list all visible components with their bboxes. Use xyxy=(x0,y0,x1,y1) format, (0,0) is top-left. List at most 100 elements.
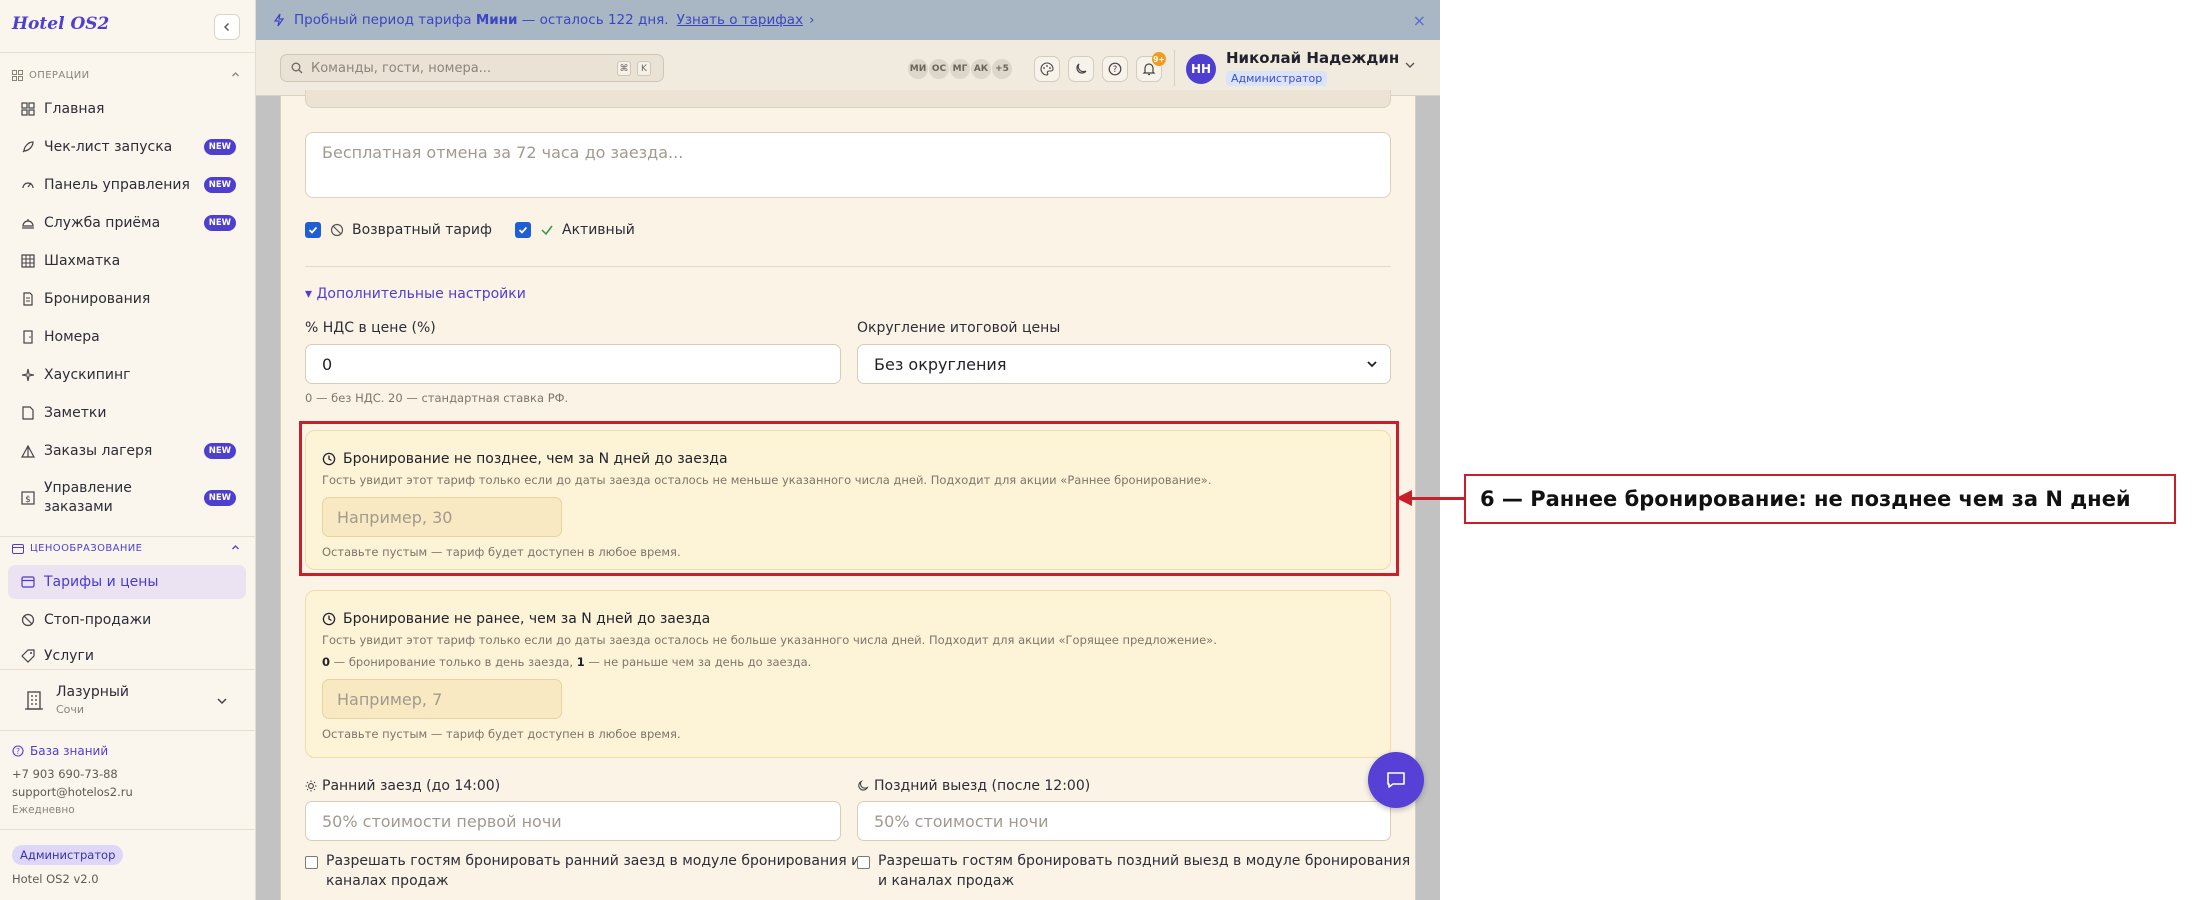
trial-banner: Пробный период тарифа Мини — осталось 12… xyxy=(256,0,1440,40)
rounding-selected-value: Без округления xyxy=(874,354,1007,374)
role-badge: Администратор xyxy=(12,845,124,865)
note-one-text: — не раньше чем за день до заезда. xyxy=(584,655,812,669)
support-email[interactable]: support@hotelos2.ru xyxy=(12,785,133,799)
user-avatar[interactable]: НН xyxy=(1186,54,1216,84)
palette-icon xyxy=(1040,62,1054,76)
note-one: 1 xyxy=(576,655,585,669)
avatar[interactable]: МГ xyxy=(949,58,971,80)
late-checkout-fee-input[interactable]: 50% стоимости ночи xyxy=(857,801,1391,841)
late-booking-days-input[interactable]: Например, 7 xyxy=(322,679,562,719)
refundable-checkbox[interactable] xyxy=(305,222,321,238)
late-checkout-allow-checkbox[interactable] xyxy=(857,856,870,869)
bell-service-icon xyxy=(20,215,36,231)
chat-icon xyxy=(1387,772,1405,788)
help-circle-icon: ? xyxy=(1108,62,1122,76)
cancellation-policy-textarea[interactable]: Бесплатная отмена за 72 часа до заезда..… xyxy=(305,132,1391,198)
sidebar-item-launch-checklist[interactable]: Чек-лист запуска NEW xyxy=(8,130,246,164)
collapse-sidebar-button[interactable] xyxy=(214,14,240,40)
user-name[interactable]: Николай Надеждин xyxy=(1226,49,1399,67)
notification-count: 9+ xyxy=(1152,52,1166,66)
new-badge: NEW xyxy=(203,490,236,506)
avatar[interactable]: АК xyxy=(970,58,992,80)
chevron-up-icon xyxy=(232,545,239,550)
main-area: Пробный период тарифа Мини — осталось 12… xyxy=(256,0,1440,900)
refund-rules-note xyxy=(305,90,1391,108)
active-label: Активный xyxy=(562,222,635,238)
avatar-more[interactable]: +5 xyxy=(991,58,1013,80)
support-phone[interactable]: +7 903 690-73-88 xyxy=(12,767,118,781)
sidebar-item-services[interactable]: Услуги xyxy=(8,641,246,671)
note-zero: 0 xyxy=(322,655,331,669)
section-pricing-label: ЦЕНООБРАЗОВАНИЕ xyxy=(30,543,143,554)
sidebar-item-bookings[interactable]: Бронирования xyxy=(8,282,246,316)
plans-link[interactable]: Узнать о тарифах xyxy=(677,12,803,28)
refundable-checkbox-row[interactable]: Возвратный тариф xyxy=(305,222,492,238)
sidebar-item-label: Номера xyxy=(44,329,100,345)
new-badge: NEW xyxy=(203,443,236,459)
topbar: Команды, гости, номера... ⌘ K МИ ОС МГ А… xyxy=(256,40,1440,96)
sidebar-item-rooms[interactable]: Номера xyxy=(8,320,246,354)
knowledge-base-link[interactable]: ? База знаний xyxy=(12,744,108,758)
active-checkbox-row[interactable]: Активный xyxy=(515,222,635,238)
early-checkin-fee-input[interactable]: 50% стоимости первой ночи xyxy=(305,801,841,841)
close-banner-icon[interactable]: × xyxy=(1413,11,1426,30)
avatar[interactable]: МИ xyxy=(907,58,929,80)
sidebar-item-label: Заказы лагеря xyxy=(44,443,153,459)
sidebar-item-camp-orders[interactable]: Заказы лагеря NEW xyxy=(8,434,246,468)
vat-input[interactable]: 0 xyxy=(305,344,841,384)
advanced-settings-toggle[interactable]: ▾ Дополнительные настройки xyxy=(305,286,526,302)
hotel-switcher[interactable]: Лазурный Сочи xyxy=(0,669,256,731)
late-booking-description: Гость увидит этот тариф только если до д… xyxy=(322,633,1217,647)
sidebar-item-dashboard[interactable]: Панель управления NEW xyxy=(8,168,246,202)
sidebar-item-housekeeping[interactable]: Хаускипинг xyxy=(8,358,246,392)
brand-logo[interactable]: Hotel OS2 xyxy=(12,14,109,34)
chat-button[interactable] xyxy=(1368,752,1424,808)
sidebar-item-label: Главная xyxy=(44,101,105,117)
clock-icon xyxy=(322,612,336,626)
theme-palette-button[interactable] xyxy=(1034,56,1060,82)
chevron-down-icon[interactable] xyxy=(1404,60,1416,70)
note-icon xyxy=(20,405,36,421)
active-checkbox[interactable] xyxy=(515,222,531,238)
command-search-input[interactable]: Команды, гости, номера... ⌘ K xyxy=(280,54,664,82)
divider xyxy=(1174,50,1175,86)
trial-plan: Мини xyxy=(475,12,518,28)
new-badge: NEW xyxy=(203,177,236,193)
app-window: Hotel OS2 ОПЕРАЦИИ Главная Чек-лист запу… xyxy=(0,0,1440,900)
divider xyxy=(0,52,256,53)
sidebar-item-label: Бронирования xyxy=(44,291,151,307)
early-checkin-allow-checkbox[interactable] xyxy=(305,856,318,869)
late-booking-note: 0 — бронирование только в день заезда, 1… xyxy=(322,655,811,669)
sidebar-item-notes[interactable]: Заметки xyxy=(8,396,246,430)
moon-icon xyxy=(1076,63,1087,74)
sidebar-item-order-management[interactable]: $ Управление заказами NEW xyxy=(8,472,246,524)
annotation-highlight-frame xyxy=(299,421,1399,576)
help-button[interactable]: ? xyxy=(1102,56,1128,82)
building-icon xyxy=(25,691,43,710)
knowledge-base-label: База знаний xyxy=(30,744,109,758)
sidebar-item-rates[interactable]: Тарифы и цены xyxy=(8,565,246,599)
rounding-select[interactable]: Без округления xyxy=(857,344,1391,384)
sidebar-item-label: Стоп-продажи xyxy=(44,612,152,628)
annotation-callout: 6 — Раннее бронирование: не позднее чем … xyxy=(1464,474,2176,524)
sidebar-item-home[interactable]: Главная xyxy=(8,92,246,126)
avatar[interactable]: ОС xyxy=(928,58,950,80)
hotel-name: Лазурный xyxy=(56,684,130,700)
ban-icon xyxy=(20,612,36,628)
sidebar: Hotel OS2 ОПЕРАЦИИ Главная Чек-лист запу… xyxy=(0,0,256,900)
svg-text:$: $ xyxy=(25,495,31,505)
sidebar-item-chessboard[interactable]: Шахматка xyxy=(8,244,246,278)
section-operations[interactable]: ОПЕРАЦИИ xyxy=(12,70,242,81)
moon-icon xyxy=(858,780,869,791)
notifications-button[interactable]: 9+ xyxy=(1136,52,1166,82)
online-users[interactable]: МИ ОС МГ АК +5 xyxy=(907,58,1013,80)
sidebar-item-label: Панель управления xyxy=(44,177,190,193)
sidebar-item-stop-sales[interactable]: Стоп-продажи xyxy=(8,603,246,637)
dollar-icon: $ xyxy=(20,490,36,506)
section-pricing[interactable]: ЦЕНООБРАЗОВАНИЕ xyxy=(12,543,242,554)
sun-icon xyxy=(305,780,317,792)
refundable-label: Возвратный тариф xyxy=(352,222,492,238)
dark-mode-button[interactable] xyxy=(1068,56,1094,82)
sidebar-item-front-desk[interactable]: Служба приёма NEW xyxy=(8,206,246,240)
section-operations-label: ОПЕРАЦИИ xyxy=(29,70,90,81)
